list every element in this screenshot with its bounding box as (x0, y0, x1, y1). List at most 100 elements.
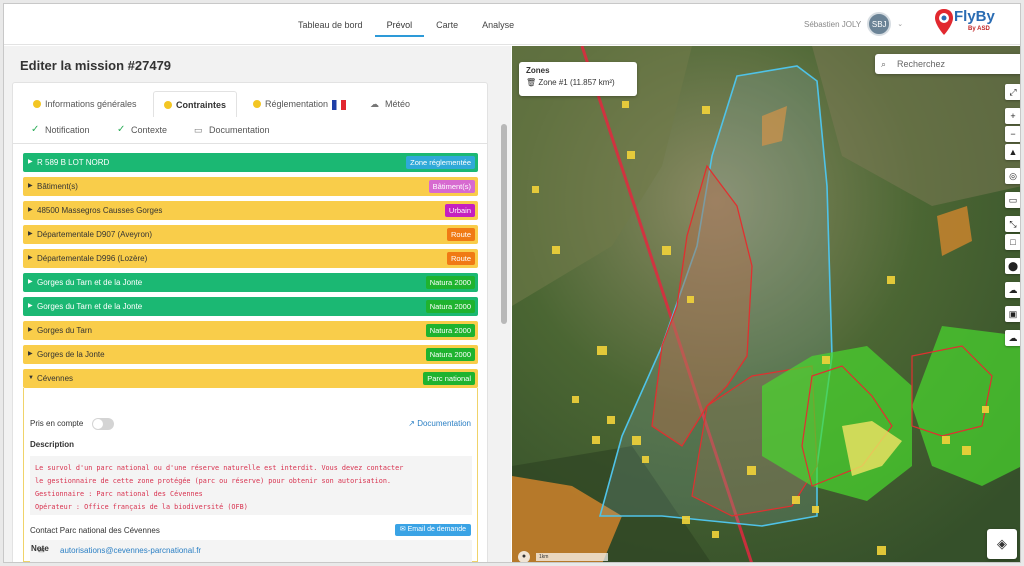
check-circle-icon: ✓ (31, 124, 40, 135)
image-icon[interactable]: ▣ (1005, 306, 1020, 322)
tab-context[interactable]: ✓ Contexte (109, 117, 177, 143)
constraint-row[interactable]: ▶ Gorges du Tarn et de la Jonte Natura 200… (23, 273, 478, 292)
chevron-down-icon[interactable]: ⌄ (897, 20, 903, 28)
tab-label: Réglementation (265, 99, 329, 109)
description-line: Gestionnaire : Parc national des Cévenne… (35, 490, 203, 498)
download-icon[interactable]: ☁ (1005, 330, 1020, 346)
zoom-out-icon[interactable]: − (1005, 126, 1020, 142)
tab-notification[interactable]: ✓ Notification (23, 117, 100, 143)
check-circle-icon: ✓ (117, 124, 126, 135)
tab-constraints[interactable]: Contraintes (153, 91, 238, 117)
upload-icon[interactable]: ☁ (1005, 282, 1020, 298)
zones-title: Zones (526, 66, 550, 75)
taken-into-account-label: Pris en compte (30, 419, 84, 428)
email-request-label: Email de demande (407, 526, 466, 533)
constraint-label: 48500 Massegros Causses Gorges (37, 206, 163, 215)
caret-right-icon[interactable]: ▶ (28, 273, 33, 292)
warning-dot-icon (164, 101, 172, 109)
description-label: Description (30, 440, 75, 449)
map-scale: 1km (536, 553, 608, 561)
measure-icon[interactable]: ⤡ (1005, 216, 1020, 232)
scrollbar[interactable] (501, 54, 507, 554)
tab-label: Météo (385, 99, 411, 109)
search-icon: ⌕ (881, 59, 887, 69)
compass-icon[interactable]: ▲ (1005, 144, 1020, 160)
caret-right-icon[interactable]: ▶ (28, 225, 33, 244)
layers-icon[interactable]: ◈ (987, 529, 1017, 559)
user-name: Sébastien JOLY (804, 19, 862, 29)
tab-general-info[interactable]: Informations générales (23, 91, 147, 117)
caret-right-icon[interactable]: ▶ (28, 249, 33, 268)
warning-dot-icon (33, 100, 41, 108)
contact-email-link[interactable]: autorisations@cevennes-parcnational.fr (60, 540, 201, 562)
constraint-label: Gorges de la Jonte (37, 350, 105, 359)
nav-dashboard[interactable]: Tableau de bord (286, 6, 375, 37)
caret-right-icon[interactable]: ▶ (28, 321, 33, 340)
constraint-row[interactable]: ▶ Gorges du Tarn et de la Jonte Natura 200… (23, 297, 478, 316)
caret-right-icon[interactable]: ▶ (28, 345, 33, 364)
constraint-row[interactable]: ▶ 48500 Massegros Causses Gorges Urbain (23, 201, 478, 220)
documentation-link[interactable]: ↗ Documentation (408, 419, 471, 428)
satellite-map (512, 46, 1020, 562)
app-window: Tableau de bord Prévol Carte Analyse Séb… (3, 3, 1021, 563)
constraint-type-badge: Zone réglementée (406, 156, 475, 169)
caret-right-icon[interactable]: ▶ (28, 153, 33, 172)
map-view[interactable]: Zones 🗑 Zone #1 (11.857 km²) ⌕ Recherche… (512, 46, 1020, 562)
flyby-logo: FlyBy By ASD (932, 6, 1002, 42)
user-menu[interactable]: Sébastien JOLY SBJ ⌄ (804, 12, 903, 36)
marker-icon[interactable]: ⬤ (1005, 258, 1020, 274)
constraint-row[interactable]: ▶ R 589 B LOT NORD Zone réglementée (23, 153, 478, 172)
constraint-label: R 589 B LOT NORD (37, 158, 110, 167)
constraint-label: Gorges du Tarn et de la Jonte (37, 278, 143, 287)
caret-down-icon[interactable]: ▼ (28, 369, 34, 388)
nav-analysis[interactable]: Analyse (470, 6, 526, 37)
constraint-row[interactable]: ▶ Départementale D907 (Aveyron) Route (23, 225, 478, 244)
constraint-list: ▶ R 589 B LOT NORD Zone réglementée ▶ Bâtime… (23, 153, 478, 562)
constraint-row-expanded[interactable]: ▼ Cévennes Parc national (23, 369, 478, 388)
caret-right-icon[interactable]: ▶ (28, 297, 33, 316)
tab-documentation[interactable]: ▭ Documentation (187, 117, 280, 143)
mail-icon: ✉ (399, 526, 408, 533)
zoom-in-icon[interactable]: + (1005, 108, 1020, 124)
constraint-label: Gorges du Tarn (37, 326, 92, 335)
taken-into-account-toggle[interactable] (92, 418, 114, 430)
top-navigation-bar: Tableau de bord Prévol Carte Analyse Séb… (4, 4, 1020, 45)
ruler-icon[interactable]: ▭ (1005, 192, 1020, 208)
caret-right-icon[interactable]: ▶ (28, 201, 33, 220)
locate-icon[interactable]: ◎ (1005, 168, 1020, 184)
external-link-icon: ↗ (408, 419, 418, 428)
constraint-type-badge: Natura 2000 (425, 324, 475, 337)
map-search-input[interactable]: ⌕ Recherchez (875, 54, 1020, 74)
constraint-label: Cévennes (37, 374, 74, 383)
constraint-type-badge: Route (446, 228, 475, 241)
zones-panel: Zones 🗑 Zone #1 (11.857 km²) (519, 62, 637, 96)
constraint-label: Bâtiment(s) (37, 182, 78, 191)
email-request-button[interactable]: ✉ Email de demande (394, 524, 471, 536)
tab-regulation[interactable]: Réglementation (243, 91, 356, 117)
tab-label: Contexte (131, 125, 168, 135)
nav-map[interactable]: Carte (424, 6, 470, 37)
constraint-type-badge: Natura 2000 (425, 348, 475, 361)
constraint-row[interactable]: ▶ Gorges de la Jonte Natura 2000 (23, 345, 478, 364)
constraint-row[interactable]: ▶ Départementale D996 (Lozère) Route (23, 249, 478, 268)
constraint-details: Pris en compte ↗ Documentation Description… (23, 388, 478, 562)
constraint-row[interactable]: ▶ Bâtiment(s) Bâtiment(s) (23, 177, 478, 196)
mission-card: Informations générales Contraintes Régle… (12, 82, 488, 562)
zone-item[interactable]: 🗑 Zone #1 (11.857 km²) (526, 78, 630, 87)
constraint-label: Départementale D907 (Aveyron) (37, 230, 153, 239)
tab-label: Contraintes (176, 100, 227, 110)
fullscreen-icon[interactable]: ⤢ (1005, 84, 1020, 100)
tab-label: Informations générales (45, 99, 137, 109)
polygon-icon[interactable]: □ (1005, 234, 1020, 250)
france-flag-icon (332, 99, 347, 110)
constraint-row[interactable]: ▶ Gorges du Tarn Natura 2000 (23, 321, 478, 340)
tabs-divider (13, 143, 487, 144)
scrollbar-thumb[interactable] (501, 124, 507, 324)
nav-preflight[interactable]: Prévol (374, 6, 425, 37)
caret-right-icon[interactable]: ▶ (28, 177, 33, 196)
tab-weather[interactable]: ☁ Météo (363, 91, 420, 117)
constraint-type-badge: Urbain (444, 204, 475, 217)
tab-label: Documentation (209, 125, 270, 135)
avatar[interactable]: SBJ (867, 12, 892, 36)
mission-editor-panel: Editer la mission #27479 Informations gé… (4, 46, 511, 562)
